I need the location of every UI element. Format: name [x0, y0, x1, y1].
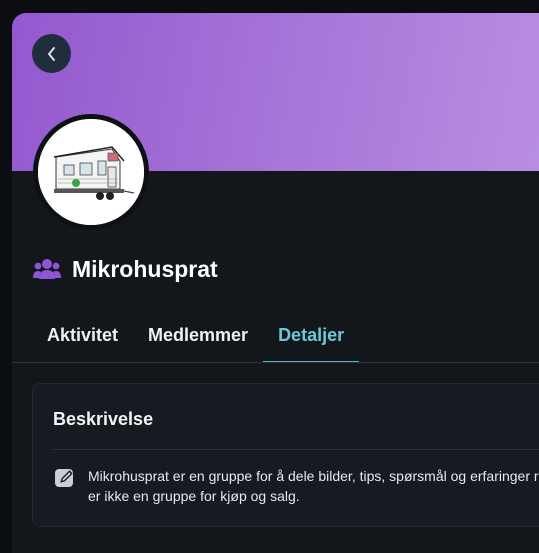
tab-activity[interactable]: Aktivitet: [32, 315, 133, 363]
card-divider: [53, 449, 539, 450]
tiny-house-image: [38, 119, 144, 225]
description-text: Mikrohusprat er en gruppe for å dele bil…: [88, 468, 539, 504]
back-button[interactable]: [32, 34, 71, 73]
group-name: Mikrohusprat: [72, 255, 218, 282]
edit-pencil-icon: [55, 469, 73, 487]
chevron-left-icon: [47, 46, 55, 61]
group-page: Mikrohusprat Aktivitet Medlemmer Detalje…: [12, 13, 539, 553]
tabs-divider: [12, 362, 539, 363]
description-card: Beskrivelse Mikrohusprat er en gruppe fo…: [32, 383, 539, 527]
tab-details[interactable]: Detaljer: [263, 315, 360, 363]
tab-bar: Aktivitet Medlemmer Detaljer: [32, 315, 360, 363]
description-title: Beskrivelse: [53, 409, 154, 429]
description-row: Mikrohusprat er en gruppe for å dele bil…: [54, 466, 539, 506]
tab-members[interactable]: Medlemmer: [133, 315, 263, 363]
group-title-row: Mikrohusprat: [33, 254, 218, 284]
people-group-icon: [33, 259, 61, 279]
group-avatar[interactable]: [33, 114, 149, 230]
